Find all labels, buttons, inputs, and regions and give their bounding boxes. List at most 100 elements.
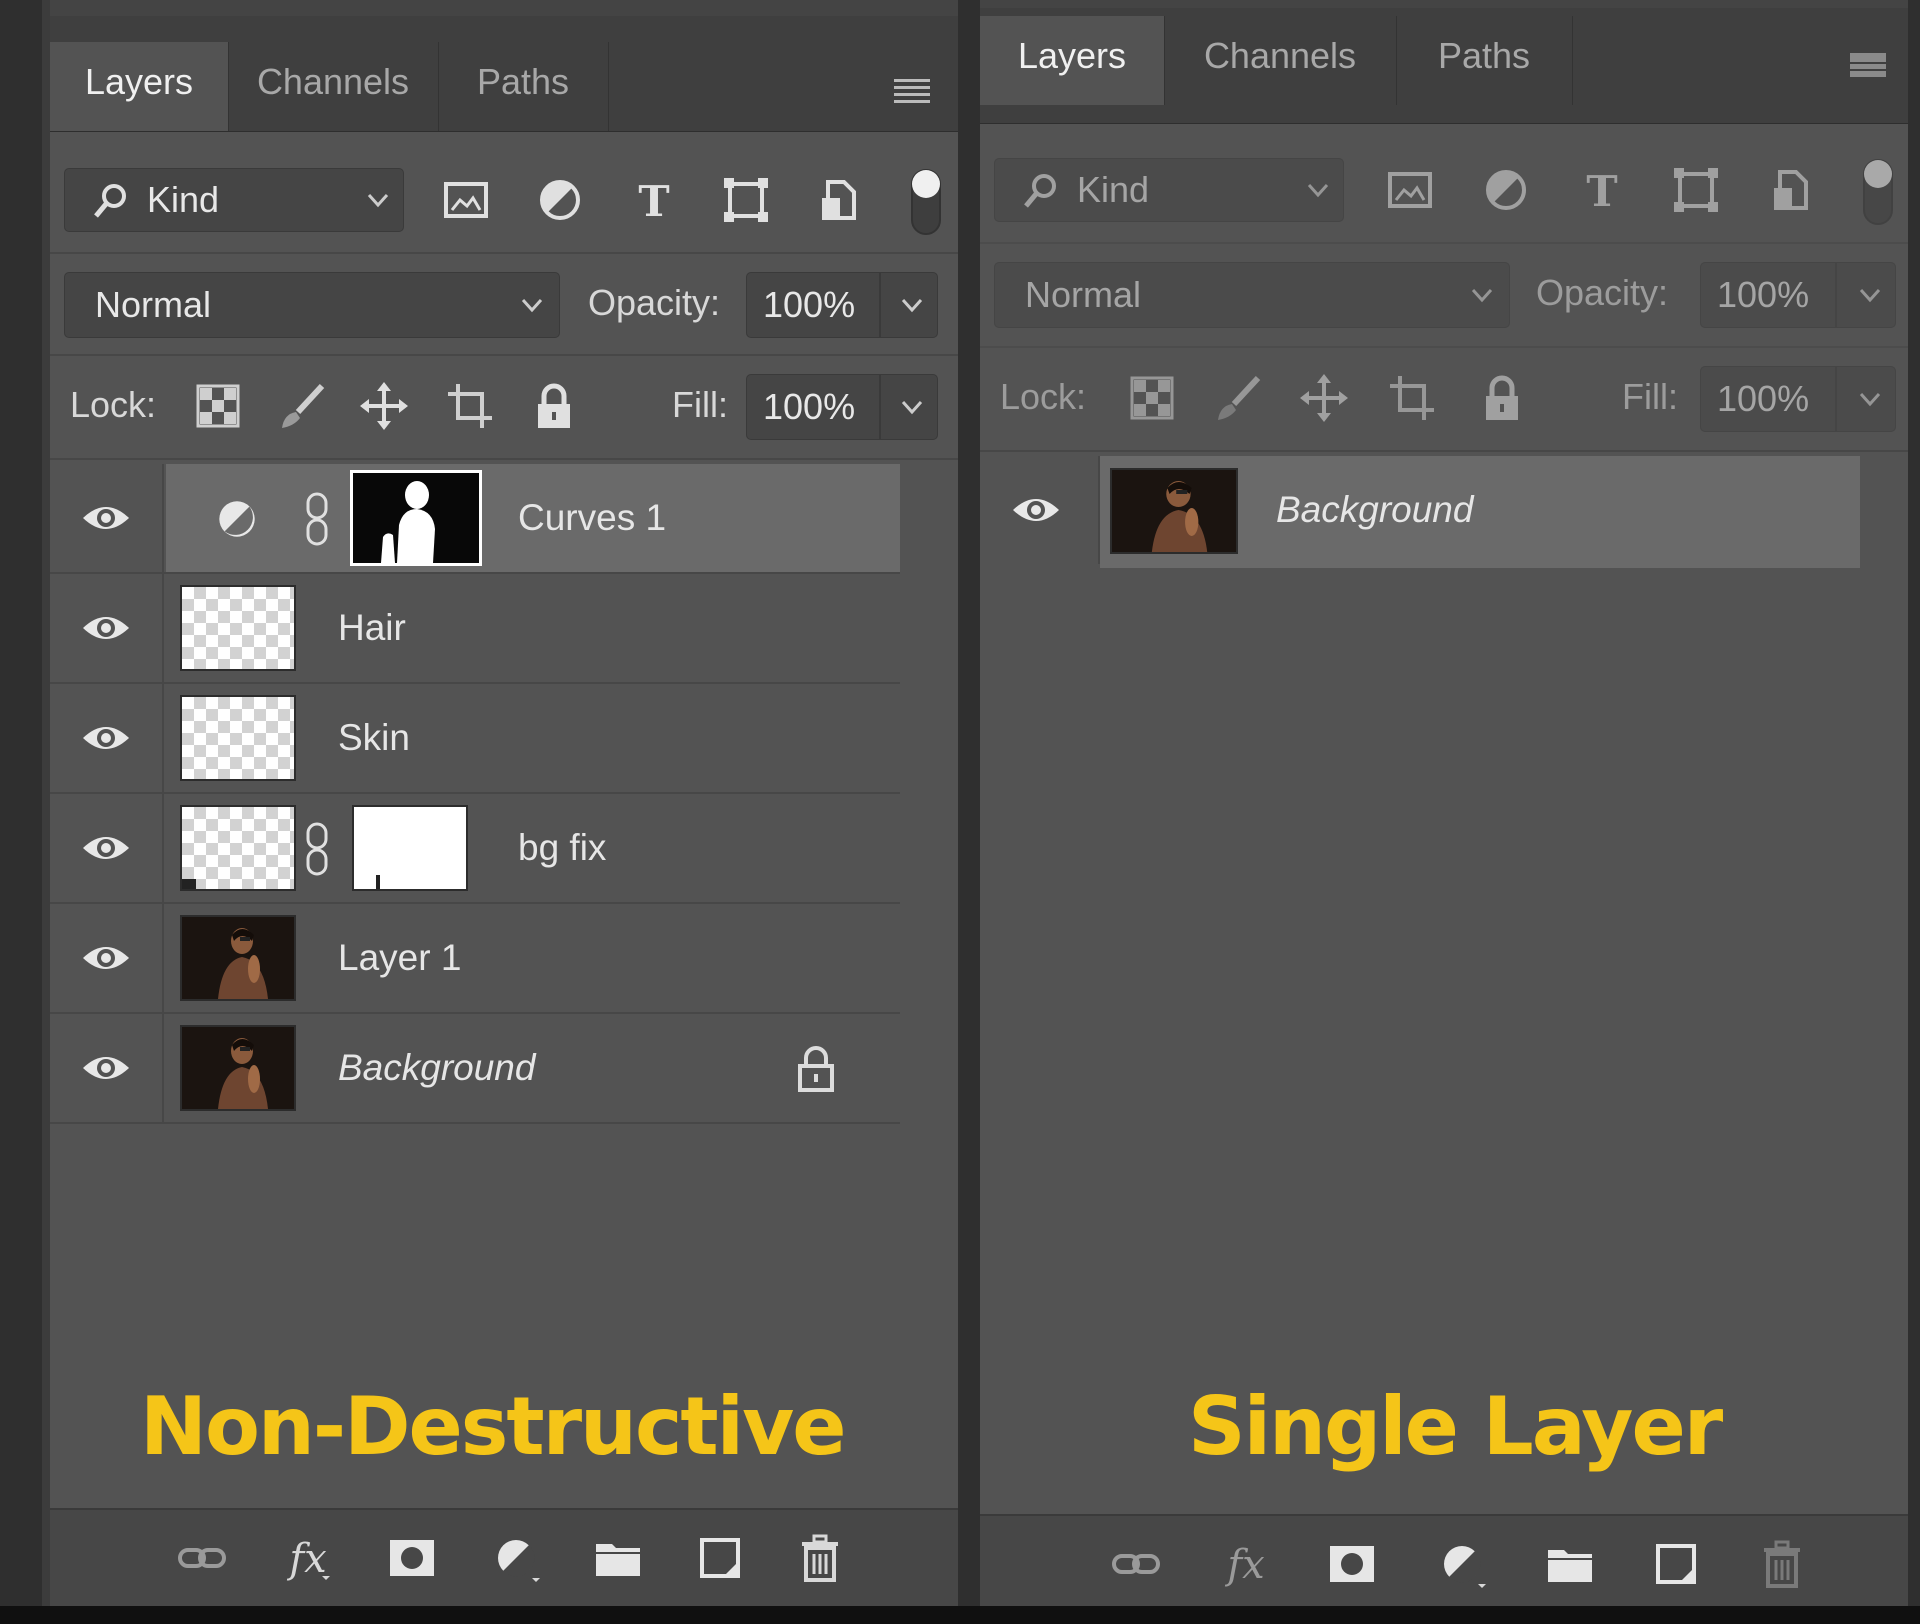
eye-icon[interactable] bbox=[80, 830, 132, 866]
dimmed-controls: Kind T Normal Opacity: 100% Lock: Fill: … bbox=[980, 0, 1908, 450]
svg-text:fx: fx bbox=[286, 1536, 326, 1582]
layer-mask-thumbnail[interactable] bbox=[352, 805, 468, 891]
layer-mask-thumbnail[interactable] bbox=[350, 470, 482, 566]
layer-row-skin[interactable]: Skin bbox=[50, 684, 900, 794]
blend-mode-select[interactable]: Normal bbox=[64, 272, 560, 338]
opacity-input[interactable]: 100% bbox=[1700, 262, 1896, 328]
lock-brush-icon[interactable] bbox=[1212, 372, 1264, 424]
opacity-value: 100% bbox=[1717, 274, 1810, 315]
blend-mode-select[interactable]: Normal bbox=[994, 262, 1510, 328]
layer-row-bg-fix[interactable]: bg fix bbox=[50, 794, 900, 904]
smart-object-filter-icon[interactable] bbox=[1766, 164, 1818, 216]
new-adjustment-icon[interactable] bbox=[1436, 1538, 1488, 1590]
layer-thumbnail bbox=[180, 1025, 296, 1111]
layer-name[interactable]: Skin bbox=[338, 717, 410, 759]
trash-icon[interactable] bbox=[1756, 1538, 1808, 1590]
shape-filter-icon[interactable] bbox=[1670, 164, 1722, 216]
layer-row-layer-1[interactable]: Layer 1 bbox=[50, 904, 900, 1014]
smart-object-filter-icon[interactable] bbox=[814, 174, 866, 226]
eye-cell bbox=[50, 1014, 164, 1122]
right-gutter bbox=[1908, 0, 1920, 1624]
layer-thumbnail bbox=[180, 695, 296, 781]
lock-brush-icon[interactable] bbox=[276, 380, 328, 432]
panel-menu-icon[interactable] bbox=[892, 76, 932, 106]
link-layers-icon[interactable] bbox=[1110, 1538, 1162, 1590]
lock-all-icon[interactable] bbox=[528, 380, 580, 432]
lock-move-icon[interactable] bbox=[358, 380, 410, 432]
eye-icon[interactable] bbox=[1010, 492, 1062, 528]
layer-row-background[interactable]: Background bbox=[50, 1014, 900, 1124]
layers-list: Background bbox=[980, 456, 1860, 576]
new-adjustment-icon[interactable] bbox=[490, 1532, 542, 1584]
thumbnail-mark bbox=[182, 879, 196, 889]
layer-row-background[interactable]: Background bbox=[980, 456, 1860, 568]
folder-icon[interactable] bbox=[1544, 1538, 1596, 1590]
divider bbox=[1835, 263, 1837, 327]
eye-icon[interactable] bbox=[80, 720, 132, 756]
lock-transparent-icon[interactable] bbox=[192, 380, 244, 432]
chevron-down-icon[interactable] bbox=[895, 288, 929, 322]
adjustment-filter-icon[interactable] bbox=[1480, 164, 1532, 216]
layer-name[interactable]: Layer 1 bbox=[338, 937, 461, 979]
lock-artboard-icon[interactable] bbox=[1386, 372, 1438, 424]
chevron-down-icon[interactable] bbox=[895, 390, 929, 424]
layer-name[interactable]: bg fix bbox=[518, 827, 606, 869]
chain-link-icon[interactable] bbox=[304, 492, 330, 546]
separator bbox=[50, 252, 958, 254]
shape-filter-icon[interactable] bbox=[720, 174, 772, 226]
new-layer-icon[interactable] bbox=[1650, 1538, 1702, 1590]
tab-layers[interactable]: Layers bbox=[50, 42, 229, 131]
new-layer-icon[interactable] bbox=[694, 1532, 746, 1584]
eye-icon[interactable] bbox=[80, 1050, 132, 1086]
chevron-down-icon[interactable] bbox=[1853, 382, 1887, 416]
lock-artboard-icon[interactable] bbox=[444, 380, 496, 432]
eye-icon[interactable] bbox=[80, 940, 132, 976]
adjustment-filter-icon[interactable] bbox=[534, 174, 586, 226]
eye-icon[interactable] bbox=[80, 610, 132, 646]
left-gutter bbox=[0, 0, 42, 1624]
fill-input[interactable]: 100% bbox=[746, 374, 938, 440]
fill-input[interactable]: 100% bbox=[1700, 366, 1896, 432]
pixel-filter-icon[interactable] bbox=[1384, 164, 1436, 216]
fx-icon[interactable]: fx bbox=[1220, 1538, 1272, 1590]
filter-kind-select[interactable]: Kind bbox=[64, 168, 404, 232]
layer-row-curves[interactable]: Curves 1 bbox=[50, 464, 900, 574]
layer-name[interactable]: Background bbox=[338, 1047, 535, 1089]
eye-cell bbox=[50, 574, 164, 682]
mask-icon[interactable] bbox=[1326, 1538, 1378, 1590]
lock-move-icon[interactable] bbox=[1298, 372, 1350, 424]
mask-icon[interactable] bbox=[386, 1532, 438, 1584]
blend-mode-value: Normal bbox=[1025, 274, 1142, 315]
tab-paths[interactable]: Paths bbox=[438, 42, 609, 131]
filter-kind-select[interactable]: Kind bbox=[994, 158, 1344, 222]
fx-icon[interactable]: fx bbox=[282, 1532, 334, 1584]
link-layers-icon[interactable] bbox=[176, 1532, 228, 1584]
trash-icon[interactable] bbox=[794, 1532, 846, 1584]
opacity-input[interactable]: 100% bbox=[746, 272, 938, 338]
layer-name[interactable]: Hair bbox=[338, 607, 406, 649]
layers-panel-right: Layers Channels Paths Kind T Normal Opac… bbox=[980, 0, 1908, 1606]
separator bbox=[50, 354, 958, 356]
layer-name[interactable]: Curves 1 bbox=[518, 497, 666, 539]
opacity-value: 100% bbox=[763, 284, 856, 325]
layer-name[interactable]: Background bbox=[1276, 489, 1473, 531]
panel-top-band bbox=[50, 0, 958, 16]
eye-icon[interactable] bbox=[80, 500, 132, 536]
folder-icon[interactable] bbox=[592, 1532, 644, 1584]
type-filter-icon[interactable]: T bbox=[628, 174, 680, 226]
type-filter-icon[interactable]: T bbox=[1576, 164, 1628, 216]
filter-toggle-icon[interactable] bbox=[1858, 156, 1898, 228]
opacity-label: Opacity: bbox=[1536, 272, 1669, 313]
mask-mark bbox=[376, 875, 380, 889]
layer-row-hair[interactable]: Hair bbox=[50, 574, 900, 684]
chain-link-icon[interactable] bbox=[304, 822, 330, 876]
tab-channels[interactable]: Channels bbox=[228, 42, 439, 131]
layer-thumbnail bbox=[180, 915, 296, 1001]
fill-value: 100% bbox=[1717, 378, 1810, 419]
filter-toggle-icon[interactable] bbox=[906, 166, 946, 238]
eye-cell bbox=[50, 684, 164, 792]
lock-transparent-icon[interactable] bbox=[1126, 372, 1178, 424]
pixel-filter-icon[interactable] bbox=[440, 174, 492, 226]
lock-all-icon[interactable] bbox=[1476, 372, 1528, 424]
chevron-down-icon[interactable] bbox=[1853, 278, 1887, 312]
